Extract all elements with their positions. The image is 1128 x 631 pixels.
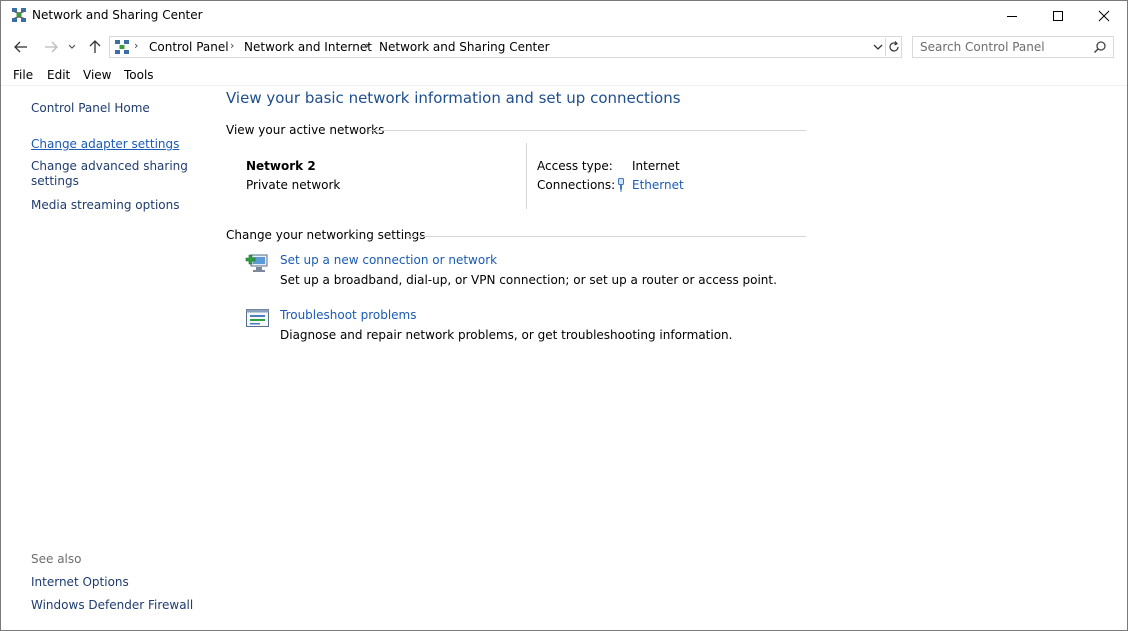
menu-bar: File Edit View Tools bbox=[1, 65, 1127, 86]
internet-options-link[interactable]: Internet Options bbox=[31, 575, 129, 589]
breadcrumb-network-and-sharing-center[interactable]: Network and Sharing Center bbox=[379, 40, 550, 54]
address-bar[interactable]: › Control Panel › Network and Internet ›… bbox=[109, 36, 902, 58]
change-adapter-settings-link[interactable]: Change adapter settings bbox=[31, 137, 179, 151]
divider bbox=[407, 236, 806, 237]
ethernet-connection-link[interactable]: Ethernet bbox=[632, 178, 684, 192]
up-button[interactable] bbox=[85, 38, 105, 56]
troubleshoot-icon bbox=[246, 309, 269, 327]
left-pane: Control Panel Home Change adapter settin… bbox=[1, 86, 206, 630]
close-button[interactable] bbox=[1081, 1, 1127, 31]
title-bar: Network and Sharing Center bbox=[1, 1, 1127, 31]
connections-label: Connections: bbox=[537, 178, 616, 192]
menu-view[interactable]: View bbox=[83, 68, 111, 82]
chevron-right-icon: › bbox=[230, 39, 235, 52]
back-button[interactable] bbox=[11, 38, 31, 56]
setup-new-connection-description: Set up a broadband, dial-up, or VPN conn… bbox=[280, 273, 777, 287]
search-box[interactable] bbox=[912, 36, 1114, 58]
breadcrumb-network-and-internet[interactable]: Network and Internet bbox=[244, 40, 372, 54]
search-input[interactable] bbox=[913, 37, 1090, 57]
divider bbox=[369, 130, 806, 131]
networking-settings-heading: Change your networking settings bbox=[226, 228, 426, 242]
arrow-left-icon bbox=[14, 41, 27, 53]
arrow-up-icon bbox=[89, 40, 101, 53]
menu-edit[interactable]: Edit bbox=[47, 68, 70, 82]
breadcrumb-control-panel[interactable]: Control Panel bbox=[149, 40, 229, 54]
setup-new-connection-link[interactable]: Set up a new connection or network bbox=[280, 253, 497, 267]
close-icon bbox=[1098, 10, 1110, 22]
network-center-icon bbox=[12, 8, 26, 22]
network-type-link[interactable]: Private network bbox=[246, 178, 340, 192]
troubleshoot-problems-link[interactable]: Troubleshoot problems bbox=[280, 308, 416, 322]
search-icon[interactable] bbox=[1093, 40, 1107, 54]
chevron-right-icon: › bbox=[365, 39, 370, 52]
network-center-icon bbox=[115, 40, 129, 54]
divider bbox=[526, 143, 527, 209]
new-connection-icon bbox=[245, 254, 268, 272]
see-also-label: See also bbox=[31, 552, 82, 566]
arrow-right-icon bbox=[45, 41, 58, 53]
windows-defender-firewall-link[interactable]: Windows Defender Firewall bbox=[31, 598, 193, 612]
access-type-label: Access type: bbox=[537, 159, 613, 173]
maximize-icon bbox=[1053, 11, 1063, 21]
window: Network and Sharing Center › Control Pan… bbox=[0, 0, 1128, 631]
menu-file[interactable]: File bbox=[13, 68, 33, 82]
network-name: Network 2 bbox=[246, 159, 316, 173]
window-title: Network and Sharing Center bbox=[32, 8, 203, 22]
page-title: View your basic network information and … bbox=[226, 89, 681, 107]
menu-tools[interactable]: Tools bbox=[124, 68, 154, 82]
refresh-icon bbox=[889, 41, 899, 52]
refresh-button[interactable] bbox=[885, 38, 902, 56]
chevron-right-icon: › bbox=[134, 39, 139, 52]
active-networks-heading: View your active networks bbox=[226, 123, 385, 137]
recent-locations-button[interactable] bbox=[65, 38, 79, 56]
ethernet-icon bbox=[618, 178, 624, 192]
minimize-button[interactable] bbox=[989, 1, 1035, 31]
maximize-button[interactable] bbox=[1035, 1, 1081, 31]
address-dropdown-button[interactable] bbox=[870, 38, 886, 56]
chevron-down-icon bbox=[873, 44, 883, 50]
access-type-value: Internet bbox=[632, 159, 680, 173]
navigation-bar: › Control Panel › Network and Internet ›… bbox=[1, 32, 1127, 62]
control-panel-home-link[interactable]: Control Panel Home bbox=[31, 101, 150, 115]
chevron-down-icon bbox=[68, 44, 76, 49]
media-streaming-options-link[interactable]: Media streaming options bbox=[31, 198, 179, 212]
minimize-icon bbox=[1007, 16, 1017, 17]
forward-button[interactable] bbox=[41, 38, 61, 56]
change-advanced-sharing-settings-link[interactable]: Change advanced sharing settings bbox=[31, 159, 191, 189]
troubleshoot-problems-description: Diagnose and repair network problems, or… bbox=[280, 328, 733, 342]
